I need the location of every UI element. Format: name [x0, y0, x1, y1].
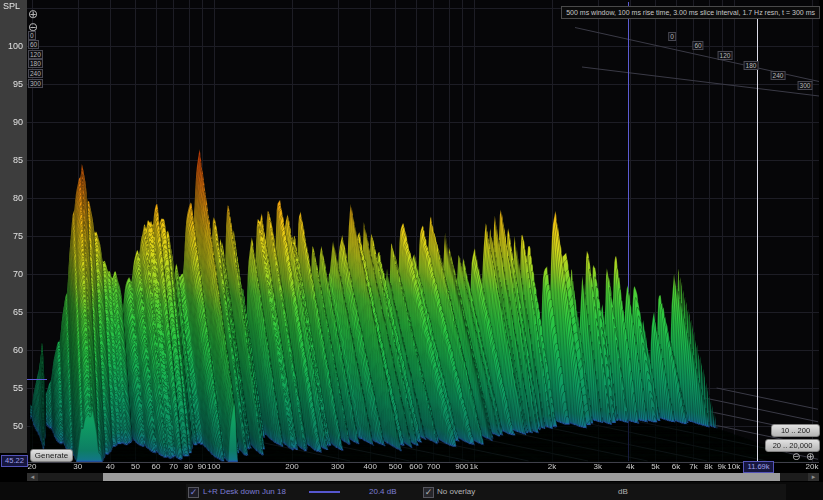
- time-tick-label-right: 300: [798, 81, 813, 90]
- spl-tick-label: 55: [0, 383, 23, 393]
- freq-tick-label: 2k: [535, 462, 569, 471]
- freq-tick-label: 100: [197, 462, 231, 471]
- freq-tick-label: 200: [275, 462, 309, 471]
- time-tick-label-left: 120: [28, 50, 43, 59]
- freq-tick-label: 300: [321, 462, 355, 471]
- time-tick-label-right: 240: [771, 71, 786, 80]
- waterfall-plot[interactable]: [0, 0, 823, 473]
- overlay-label[interactable]: No overlay: [437, 487, 475, 497]
- trace-legend-line: [309, 491, 340, 493]
- spl-tick-label: 85: [0, 155, 23, 165]
- trace-level: 20.4 dB: [369, 487, 397, 497]
- spl-tick-label: 50: [0, 421, 23, 431]
- trace-label[interactable]: L+R Desk down Jun 18: [203, 487, 286, 497]
- spl-tick-label: 70: [0, 269, 23, 279]
- unit-label: dB: [618, 487, 628, 497]
- scrollbar-thumb[interactable]: [103, 473, 780, 481]
- freq-scrollbar[interactable]: ◂ ▸: [27, 473, 819, 481]
- freq-tick-label: 10k: [717, 462, 751, 471]
- trace-checkbox[interactable]: ✓: [188, 487, 199, 498]
- time-tick-label-left: 0: [28, 31, 36, 40]
- spl-tick-label: 65: [0, 307, 23, 317]
- time-tick-label-right: 0: [668, 32, 676, 41]
- time-tick-label-left: 180: [28, 59, 43, 68]
- waterfall-window: SPL 100959085807570656055502030405060708…: [0, 0, 823, 500]
- legend-bar: [0, 482, 823, 500]
- analysis-settings-readout: 500 ms window, 100 ms rise time, 3.00 ms…: [561, 6, 820, 19]
- spl-tick-label: 80: [0, 193, 23, 203]
- range-bass-button[interactable]: 10 .. 200: [771, 424, 820, 437]
- spl-tick-label: 60: [0, 345, 23, 355]
- zoom-in-icon[interactable]: ⊕: [28, 8, 38, 20]
- time-tick-label-right: 120: [718, 51, 733, 60]
- time-tick-label-left: 60: [28, 40, 39, 49]
- scroll-right-icon[interactable]: ▸: [808, 473, 819, 481]
- time-tick-label-right: 180: [744, 61, 759, 70]
- scroll-left-icon[interactable]: ◂: [27, 473, 38, 481]
- time-tick-label-left: 240: [28, 69, 43, 78]
- generate-button[interactable]: Generate: [30, 449, 73, 462]
- spl-tick-label: 95: [0, 79, 23, 89]
- freq-tick-label: 20k: [795, 462, 823, 471]
- spl-axis-title: SPL: [3, 1, 20, 11]
- freq-tick-label: 30: [61, 462, 95, 471]
- spl-tick-label: 90: [0, 117, 23, 127]
- freq-tick-label: 3k: [581, 462, 615, 471]
- spl-tick-label: 100: [0, 41, 23, 51]
- spl-tick-label: 75: [0, 231, 23, 241]
- time-tick-label-left: 300: [28, 79, 43, 88]
- freq-tick-label: 20: [15, 462, 49, 471]
- freq-tick-label: 1k: [457, 462, 491, 471]
- overlay-checkbox[interactable]: ✓: [423, 487, 434, 498]
- time-tick-label-right: 60: [692, 41, 703, 50]
